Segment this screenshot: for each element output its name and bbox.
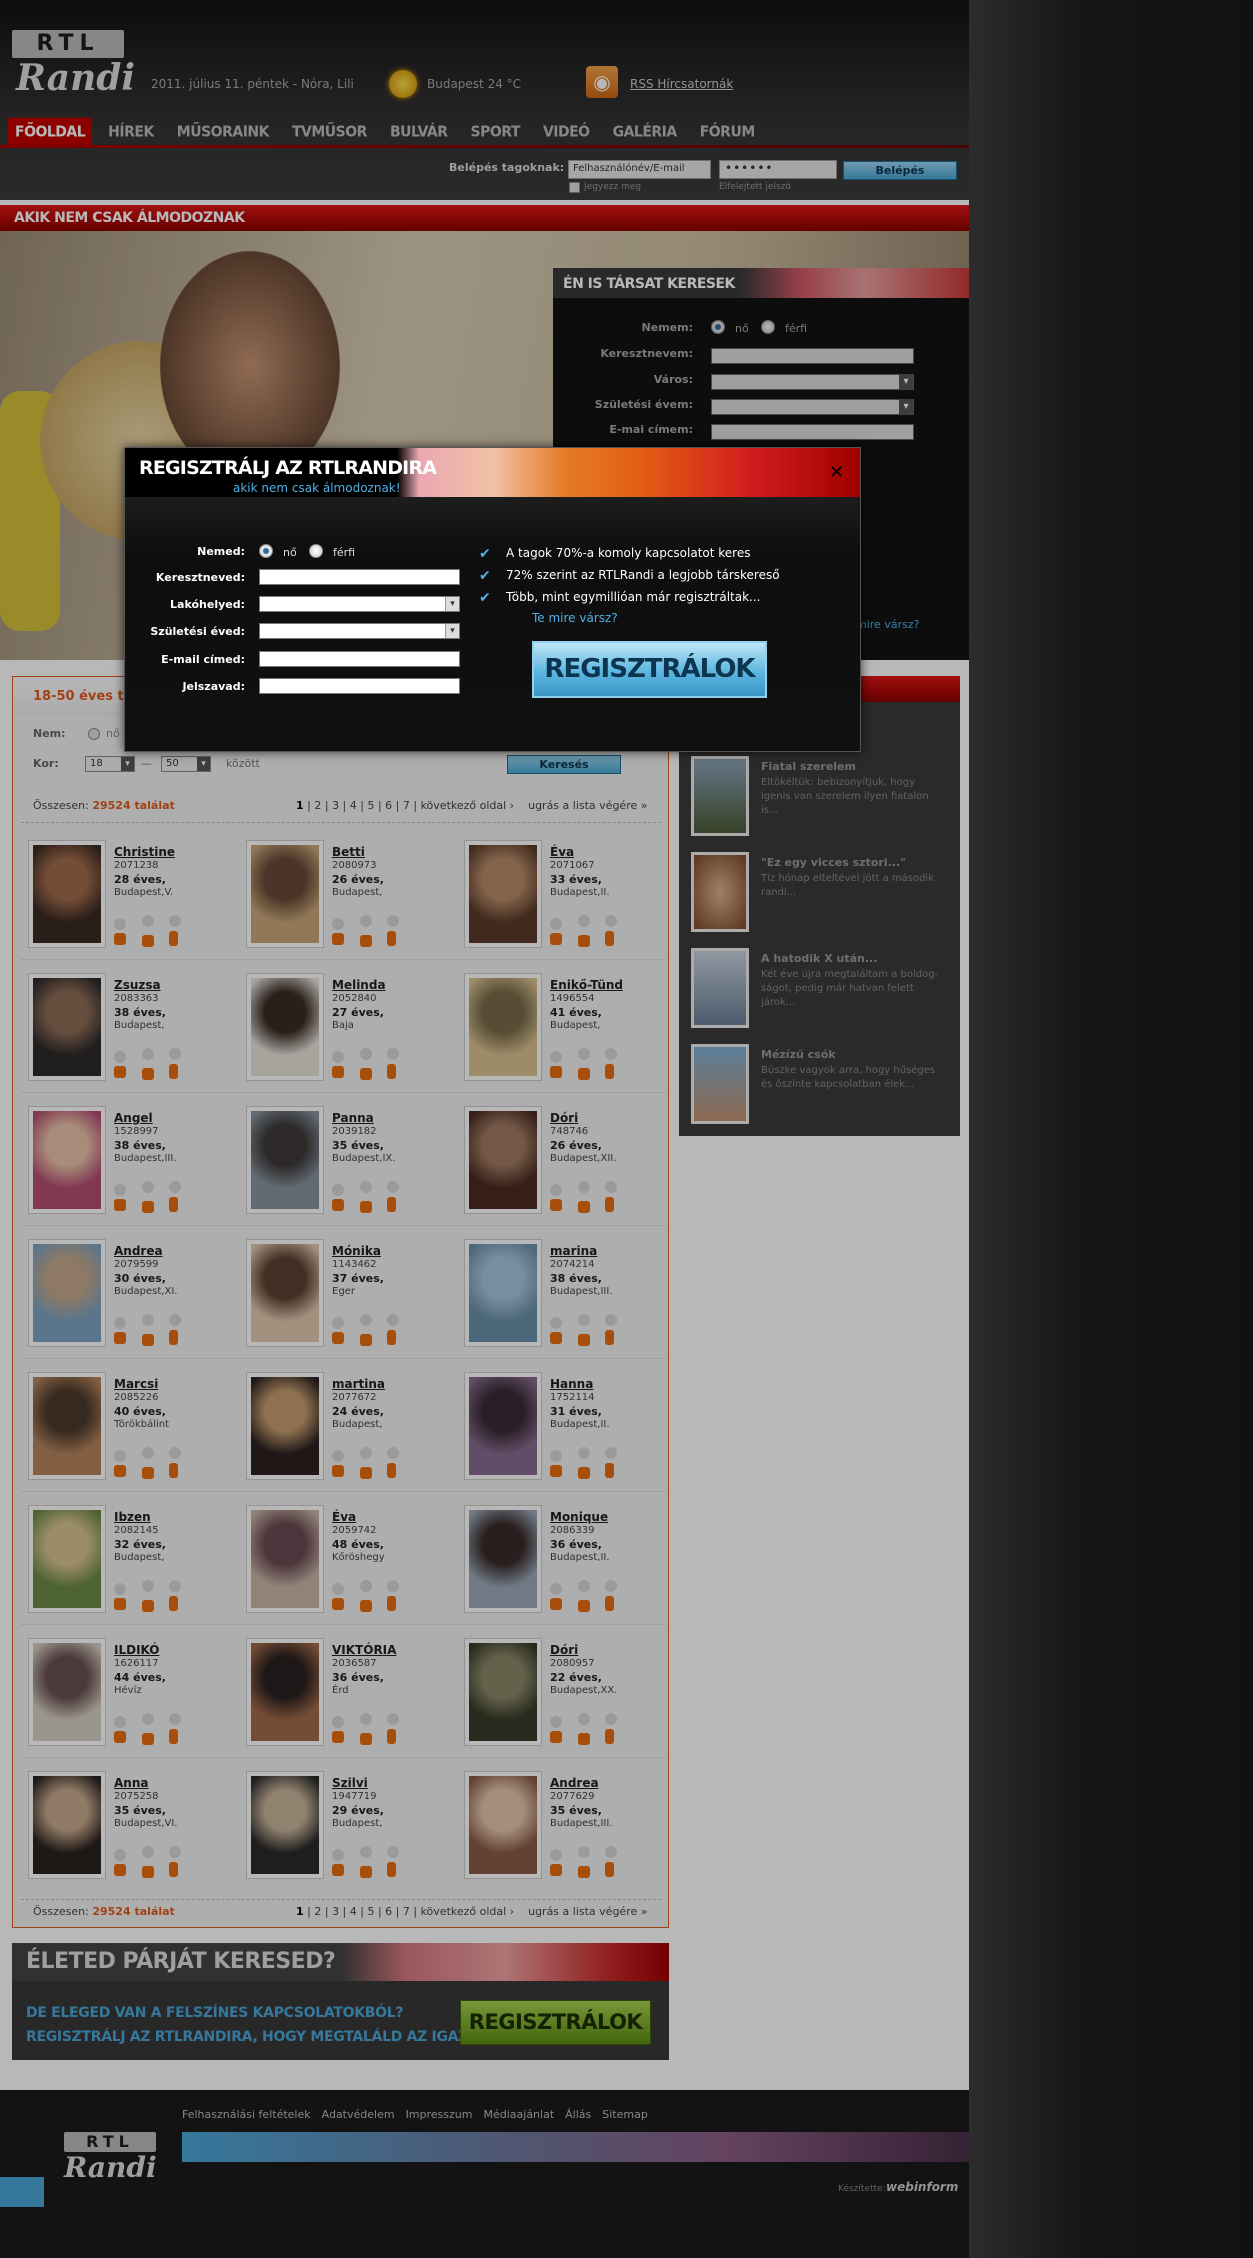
modal-benefit-2: 72% szerint az RTLRandi a legjobb társke… (479, 568, 780, 584)
page: RTL Randi 2011. július 11. péntek - Nóra… (0, 0, 969, 2258)
modal-password-label: Jelszavad: (182, 680, 245, 693)
registration-modal: REGISZTRÁLJ AZ RTLRANDIRA akik nem csak … (124, 447, 861, 752)
modal-firstname-label: Keresztneved: (155, 571, 245, 584)
page-background-right (969, 0, 1253, 2258)
modal-birthyear-select[interactable] (259, 623, 460, 639)
modal-benefit-1: A tagok 70%-a komoly kapcsolatot keres (479, 546, 751, 562)
modal-cta-link[interactable]: Te mire vársz? (532, 611, 618, 625)
modal-email-label: E-mail címed: (161, 653, 245, 666)
modal-gender-male-label: férfi (333, 546, 356, 559)
modal-residence-select[interactable] (259, 596, 460, 612)
modal-gender-female-radio[interactable] (259, 544, 273, 558)
modal-gender-label: Nemed: (197, 545, 245, 558)
modal-header: REGISZTRÁLJ AZ RTLRANDIRA akik nem csak … (125, 448, 860, 497)
close-icon[interactable]: ✕ (829, 464, 844, 482)
modal-register-button[interactable]: REGISZTRÁLOK (532, 641, 767, 698)
modal-password-input[interactable] (259, 678, 460, 694)
modal-gender-male-radio[interactable] (309, 544, 323, 558)
modal-email-input[interactable] (259, 651, 460, 667)
modal-gender-female-label: nő (283, 546, 297, 559)
modal-subtitle: akik nem csak álmodoznak! (233, 481, 401, 495)
modal-birthyear-label: Születési éved: (150, 625, 245, 638)
modal-residence-label: Lakóhelyed: (170, 598, 245, 611)
modal-firstname-input[interactable] (259, 569, 460, 585)
modal-title: REGISZTRÁLJ AZ RTLRANDIRA (139, 457, 437, 479)
modal-benefit-3: Több, mint egymillióan már regisztráltak… (479, 590, 761, 606)
modal-overlay[interactable] (0, 0, 969, 2258)
